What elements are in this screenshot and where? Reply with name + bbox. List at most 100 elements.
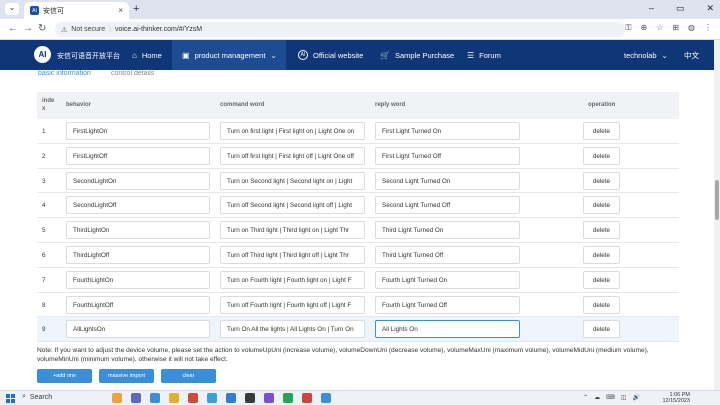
user-menu[interactable]: technolab ⌄ [624,40,668,70]
taskbar-app-icon[interactable] [283,393,293,403]
taskbar-search[interactable]: ⌕ Search [22,393,52,401]
tray-icon[interactable]: ⌨ [606,394,615,401]
clear-button[interactable]: clear [161,369,216,383]
taskbar-app-icon[interactable] [245,393,255,403]
delete-button[interactable]: delete [583,221,620,240]
tab-search-button[interactable]: ⌄ [5,3,19,15]
command-word-input[interactable]: Turn on Fourth light | Fourth light on |… [220,270,365,289]
add-one-button[interactable]: +add one [37,369,92,383]
nav-forum[interactable]: ☰ Forum [467,40,501,70]
behavior-input[interactable]: AllLightsOn [66,320,210,339]
command-word-input[interactable]: Turn off Second light | Second light off… [220,196,365,215]
tab-close-icon[interactable]: × [118,6,123,15]
reply-word-input[interactable]: All Lights On [375,320,520,339]
taskbar-app-icon[interactable] [150,393,160,403]
nav-official-website[interactable]: AI Official website [298,40,363,70]
clock[interactable]: 1:06 PM 12/15/2023 [662,392,690,404]
massive-import-button[interactable]: massive import [99,369,154,383]
windows-taskbar: ⌕ Search ⌃ ☁ ⌨ ◫ 🔊 1:06 PM 12/15/2023 [0,390,720,405]
delete-button[interactable]: delete [583,270,620,289]
security-label[interactable]: Not secure [71,26,105,33]
delete-button[interactable]: delete [583,171,620,190]
nav-sample-purchase[interactable]: 🛒 Sample Purchase [380,40,454,70]
reply-word-input[interactable]: First Light Turned On [375,122,520,140]
reply-word-input[interactable]: Fourth Light Turned Off [375,295,520,314]
header-behavior: behavior [66,102,92,108]
delete-button[interactable]: delete [583,122,620,140]
ai-logo-icon: AI [298,50,308,60]
behavior-input[interactable]: ThirdLightOff [66,245,210,264]
toolbar-icon[interactable]: ◍ [688,23,695,33]
forward-arrow-icon[interactable]: → [23,23,33,34]
nav-product-management-label: product management [194,50,266,60]
nav-product-management[interactable]: ▣ product management ⌄ [172,40,286,70]
taskbar-app-icon[interactable] [207,393,217,403]
command-word-input[interactable]: Turn On All the lights | All Lights On |… [220,320,365,339]
language-switch[interactable]: 中文 [684,40,699,70]
behavior-input[interactable]: FirstLightOn [66,122,210,140]
reply-word-input[interactable]: Fourth Light Turned On [375,270,520,289]
command-word-input[interactable]: Turn on Third light | Third light on | L… [220,221,365,240]
taskbar-app-icon[interactable] [188,393,198,403]
nav-home[interactable]: ⌂ Home [132,40,162,70]
delete-button[interactable]: delete [583,245,620,264]
back-arrow-icon[interactable]: ← [8,23,18,34]
taskbar-app-icon[interactable] [131,393,141,403]
reply-word-input[interactable]: Third Light Turned On [375,221,520,240]
reply-word-input[interactable]: Third Light Turned Off [375,245,520,264]
close-window-button[interactable]: ✕ [706,3,714,14]
taskbar-app-icon[interactable] [321,393,331,403]
taskbar-app-icon[interactable] [264,393,274,403]
reload-icon[interactable]: ↻ [38,23,46,34]
behavior-input[interactable]: FourthLightOn [66,270,210,289]
behavior-input[interactable]: SecondLightOn [66,171,210,190]
behavior-input[interactable]: FirstLightOff [66,146,210,165]
table-row: 9 AllLightsOn Turn On All the lights | All… [37,317,679,343]
restore-button[interactable]: ▭ [676,3,685,14]
taskbar-app-icon[interactable] [169,393,179,403]
delete-button[interactable]: delete [583,320,620,339]
ai-thinker-logo[interactable]: AI [34,46,51,63]
taskbar-app-icon[interactable] [226,393,236,403]
minimize-button[interactable]: – [649,3,654,14]
table-row: 2 FirstLightOff Turn off first light | Fir… [37,144,679,169]
tray-icon[interactable]: ⌃ [583,394,588,401]
reply-word-input[interactable]: First Light Turned Off [375,146,520,165]
command-word-input[interactable]: Turn off Fourth light | Fourth light off… [220,295,365,314]
toolbar-icon[interactable]: ☆ [656,23,663,33]
command-word-input[interactable]: Turn off Third light | Third light off |… [220,245,365,264]
url-text[interactable]: voice.ai-thinker.com/#/YzsM [115,26,202,33]
address-bar[interactable]: ⚠ Not secure | voice.ai-thinker.com/#/Yz… [55,22,625,37]
tray-icon[interactable]: 🔊 [633,394,640,401]
taskbar-app-icon[interactable] [302,393,312,403]
reply-word-input[interactable]: Second Light Turned On [375,171,520,190]
tab-control-details[interactable]: control details [111,70,154,77]
command-word-input[interactable]: Turn on first light | First light on | L… [220,122,365,140]
row-index: 5 [42,227,46,235]
behavior-input[interactable]: SecondLightOff [66,196,210,215]
delete-button[interactable]: delete [583,196,620,215]
delete-button[interactable]: delete [583,146,620,165]
toolbar-icon[interactable]: ⋮ [704,23,712,33]
search-icon: ⌕ [22,393,26,400]
behavior-input[interactable]: ThirdLightOn [66,221,210,240]
tray-icon[interactable]: ☁ [594,394,600,401]
taskbar-app-icon[interactable] [112,393,122,403]
tab-basic-information[interactable]: basic information [38,70,91,77]
browser-tab[interactable]: AI 安信可 × [24,2,129,19]
tray-icon[interactable]: ◫ [621,394,627,401]
row-index: 3 [42,177,46,185]
command-word-input[interactable]: Turn on Second light | Second light on |… [220,171,365,190]
delete-button[interactable]: delete [583,295,620,314]
warning-icon[interactable]: ⚠ [61,26,67,34]
reply-word-input[interactable]: Second Light Turned Off [375,196,520,215]
windows-start-icon[interactable] [6,394,15,403]
page-scrollbar[interactable] [714,40,720,390]
toolbar-icon[interactable]: ⊕ [640,23,647,33]
command-word-input[interactable]: Turn off first light | First light off |… [220,146,365,165]
toolbar-icon[interactable]: ⚿ [625,23,631,33]
toolbar-icon[interactable]: ⊞ [672,23,679,33]
behavior-input[interactable]: FourthLightOff [66,295,210,314]
scrollbar-thumb[interactable] [715,180,719,220]
new-tab-button[interactable]: + [133,3,139,15]
